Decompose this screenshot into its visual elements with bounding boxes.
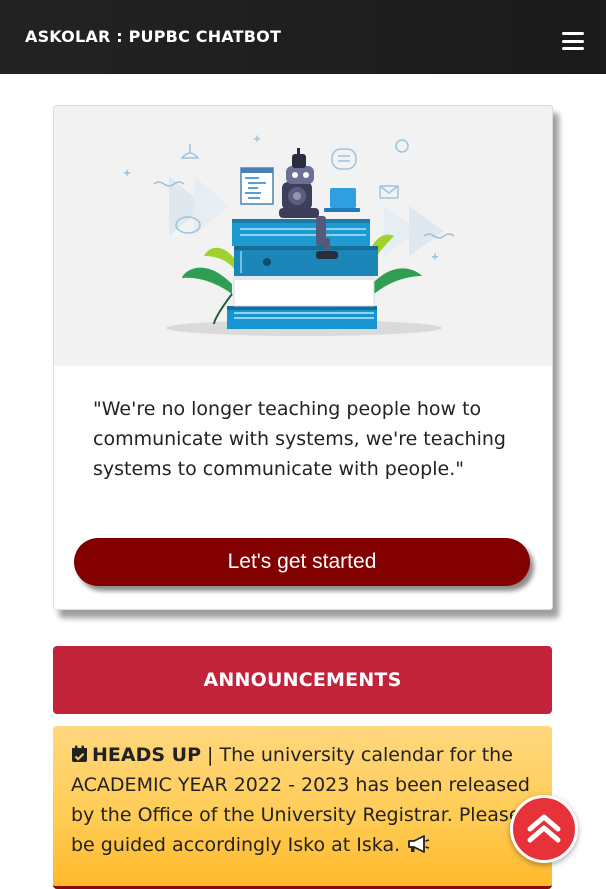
chevron-up-icon	[527, 814, 561, 843]
hero-card: "We're no longer teaching people how to …	[53, 105, 553, 610]
robot-on-books-illustration	[54, 106, 552, 366]
announcements-header: ANNOUNCEMENTS	[53, 646, 552, 714]
megaphone-icon	[408, 835, 430, 853]
announcement-separator: |	[201, 744, 220, 766]
announcement-card: HEADS UP | The university calendar for t…	[53, 726, 552, 889]
hamburger-menu-icon[interactable]	[562, 32, 584, 50]
hero-quote: "We're no longer teaching people how to …	[93, 398, 506, 480]
scroll-to-top-button[interactable]	[510, 795, 578, 863]
get-started-button[interactable]: Let's get started	[74, 538, 530, 586]
announcement-label: HEADS UP	[92, 744, 202, 766]
app-brand[interactable]: ASKOLAR : PUPBC CHATBOT	[25, 27, 281, 46]
top-navbar: ASKOLAR : PUPBC CHATBOT	[0, 0, 606, 74]
announcement-text: HEADS UP | The university calendar for t…	[71, 740, 541, 860]
calendar-check-icon	[72, 745, 87, 762]
